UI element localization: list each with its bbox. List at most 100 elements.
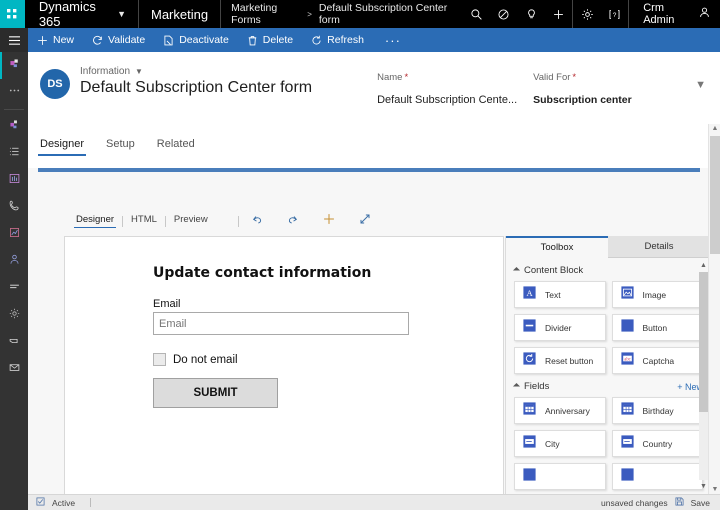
toolbox-field-country[interactable]: Country — [612, 430, 704, 457]
waffle-menu-button[interactable] — [0, 0, 25, 28]
help-icon[interactable]: ? — [601, 0, 628, 28]
tab-details[interactable]: Details — [608, 236, 710, 258]
email-input[interactable] — [153, 312, 409, 335]
toolbox-item-reset-button-label: Reset button — [545, 356, 593, 366]
captcha-block-icon: abc — [620, 351, 635, 371]
do-not-email-checkbox[interactable] — [153, 353, 166, 366]
sidebar-item-phone[interactable] — [0, 194, 28, 221]
designer-body: Designer HTML Preview — [28, 168, 720, 494]
fields-grid: Anniversary Birthday — [506, 397, 711, 490]
toolbox-item-reset-button[interactable]: Reset button — [514, 347, 606, 374]
tab-toolbox[interactable]: Toolbox — [506, 236, 608, 258]
validate-button-label: Validate — [108, 34, 145, 46]
toolbox-field-partial-2[interactable] — [612, 463, 704, 490]
submit-button[interactable]: SUBMIT — [153, 378, 278, 408]
plus-icon[interactable] — [545, 0, 572, 28]
text-field-icon — [522, 434, 537, 454]
refresh-button-label: Refresh — [327, 34, 364, 46]
validfor-field-value[interactable]: Subscription center — [533, 94, 689, 106]
toolbox-field-city[interactable]: City — [514, 430, 606, 457]
tab-related[interactable]: Related — [155, 138, 197, 156]
left-navigation-rail — [0, 52, 28, 510]
toolbox-item-divider[interactable]: Divider — [514, 314, 606, 341]
undo-button[interactable] — [239, 210, 275, 232]
add-element-button[interactable] — [311, 210, 347, 232]
segments-icon — [8, 280, 21, 298]
designer-mode-html[interactable]: HTML — [123, 214, 165, 228]
expand-button[interactable] — [347, 210, 383, 232]
sidebar-item-email[interactable] — [0, 356, 28, 383]
tab-setup[interactable]: Setup — [104, 138, 137, 156]
validate-button[interactable]: Validate — [83, 28, 154, 52]
text-field-icon-2 — [620, 434, 635, 454]
toolbox-item-image[interactable]: Image — [612, 281, 704, 308]
scroll-down-arrow-icon[interactable]: ▼ — [700, 483, 707, 490]
divider-block-icon — [522, 318, 537, 338]
save-icon[interactable] — [675, 497, 684, 508]
page-scroll-thumb[interactable] — [710, 136, 720, 254]
toolbox-field-partial-1[interactable] — [514, 463, 606, 490]
section-header-fields[interactable]: Fields + New — [506, 374, 711, 397]
toolbox-field-birthday-label: Birthday — [643, 406, 674, 416]
page-scroll-down-arrow-icon[interactable]: ▼ — [709, 486, 720, 493]
filter-icon[interactable] — [490, 0, 517, 28]
do-not-email-row[interactable]: Do not email — [153, 353, 503, 366]
save-button[interactable]: Save — [691, 498, 710, 508]
content-block-grid: A Text Image — [506, 281, 711, 374]
lightbulb-icon[interactable] — [518, 0, 545, 28]
scroll-up-arrow-icon[interactable]: ▲ — [700, 262, 707, 269]
gear-icon[interactable] — [573, 0, 600, 28]
designer-mode-preview[interactable]: Preview — [166, 214, 216, 228]
toolbox-scroll-thumb[interactable] — [699, 272, 708, 412]
form-selector[interactable]: Information ▼ — [80, 66, 312, 77]
sidebar-item-chart[interactable] — [0, 221, 28, 248]
overflow-menu-button[interactable]: ··· — [373, 28, 413, 52]
header-expand-chevron-icon[interactable]: ▼ — [695, 79, 706, 91]
record-state-label: Active — [52, 498, 75, 508]
deactivate-button[interactable]: Deactivate — [154, 28, 238, 52]
record-state-icon — [36, 497, 45, 508]
toolbox-item-captcha[interactable]: abc Captcha — [612, 347, 704, 374]
toolbox-item-button[interactable]: Button — [612, 314, 704, 341]
user-menu[interactable]: Crm Admin — [629, 0, 720, 28]
tab-designer[interactable]: Designer — [38, 138, 86, 156]
form-content: Update contact information Email Do not … — [65, 237, 503, 408]
delete-button[interactable]: Delete — [238, 28, 302, 52]
section-header-content-block[interactable]: Content Block — [506, 258, 711, 281]
hamburger-icon[interactable] — [0, 28, 28, 52]
toolbox-scrollbar[interactable]: ▲ ▼ — [699, 262, 708, 490]
sidebar-item-contacts[interactable] — [0, 248, 28, 275]
sidebar-item-pinned[interactable] — [0, 113, 28, 140]
caret-down-icon — [513, 267, 520, 274]
sidebar-item-list[interactable] — [0, 140, 28, 167]
refresh-button[interactable]: Refresh — [302, 28, 373, 52]
sidebar-item-settings[interactable] — [0, 302, 28, 329]
svg-text:A: A — [526, 287, 533, 297]
form-canvas[interactable]: Update contact information Email Do not … — [64, 236, 504, 494]
header-field-name-label: Name* — [377, 72, 533, 83]
breadcrumb-parent[interactable]: Marketing Forms — [231, 2, 300, 26]
new-button[interactable]: New — [28, 28, 83, 52]
toolbox-field-birthday[interactable]: Birthday — [612, 397, 704, 424]
redo-button[interactable] — [275, 210, 311, 232]
toolbox-item-text[interactable]: A Text — [514, 281, 606, 308]
toolbox-field-anniversary[interactable]: Anniversary — [514, 397, 606, 424]
undo-icon — [250, 212, 264, 231]
sidebar-item-tag[interactable] — [0, 329, 28, 356]
page-scrollbar[interactable]: ▲ ▼ — [708, 124, 720, 494]
name-field-value[interactable]: Default Subscription Cente... — [377, 94, 533, 106]
designer-mode-designer[interactable]: Designer — [68, 214, 122, 228]
brand-dropdown[interactable]: Dynamics 365 ▼ — [25, 0, 139, 28]
sidebar-item-segments[interactable] — [0, 275, 28, 302]
sidebar-item-recent[interactable] — [0, 79, 28, 106]
sidebar-item-sitemap-pin[interactable] — [0, 52, 28, 79]
page-scroll-up-arrow-icon[interactable]: ▲ — [709, 125, 720, 132]
button-block-icon — [620, 318, 635, 338]
svg-text:abc: abc — [624, 357, 630, 362]
search-icon[interactable] — [463, 0, 490, 28]
sidebar-item-dashboard[interactable] — [0, 167, 28, 194]
section-title-content-block: Content Block — [524, 265, 583, 276]
trash-icon — [247, 35, 258, 46]
user-name-label: Crm Admin — [643, 2, 689, 26]
validfor-label-text: Valid For — [533, 72, 570, 83]
